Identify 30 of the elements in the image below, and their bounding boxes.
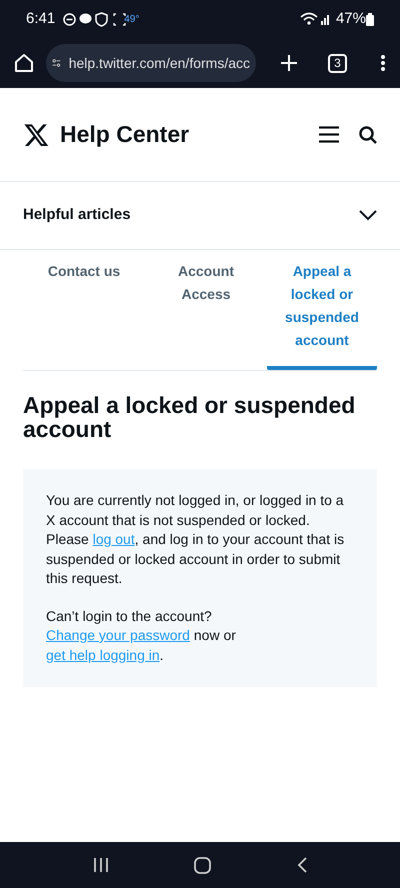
notice-paragraph: You are currently not logged in, or logged in to a X account that is not suspended or locked. Please log out, and log in to your account that is suspended or locked account in order to submit this request. [46, 491, 346, 588]
home-icon[interactable] [14, 53, 34, 73]
temperature: 49° [124, 12, 140, 26]
page-heading: Appeal a locked or suspended account [23, 393, 356, 441]
notice-paragraph: Can’t login to the account? Change your password now or get help logging in. [46, 606, 237, 665]
do-not-disturb-icon [63, 12, 76, 26]
battery-icon [366, 12, 374, 26]
tab-count-button[interactable]: 3 [328, 54, 347, 72]
x-logo-icon[interactable] [23, 122, 50, 148]
back-icon[interactable] [297, 857, 308, 873]
url-text: help.twitter.com/en/forms/acc [68, 54, 250, 73]
tab[interactable]: Appeal a locked or suspended account [267, 250, 377, 370]
chevron-icon [359, 210, 377, 221]
tab[interactable]: Account Access [145, 250, 267, 324]
shield-icon [95, 12, 108, 26]
site-title: Help Center [60, 120, 190, 150]
wifi-signal-icon [300, 12, 332, 26]
more-menu-icon[interactable] [381, 55, 385, 71]
menu-icon[interactable] [319, 126, 339, 143]
tab[interactable]: Contact us [23, 250, 145, 301]
recent-apps-icon[interactable] [92, 858, 109, 872]
battery-level: 47% [336, 8, 366, 29]
chat-bubble-icon [79, 13, 92, 25]
status-time: 6:41 [26, 8, 56, 29]
search-icon[interactable] [359, 126, 377, 144]
helpful-articles-toggle[interactable]: Helpful articles [0, 182, 400, 250]
screenshot-frame-icon [113, 12, 126, 26]
new-tab-icon[interactable] [280, 54, 298, 72]
home-button-icon[interactable] [194, 856, 212, 874]
address-bar[interactable]: help.twitter.com/en/forms/acc [46, 44, 256, 82]
